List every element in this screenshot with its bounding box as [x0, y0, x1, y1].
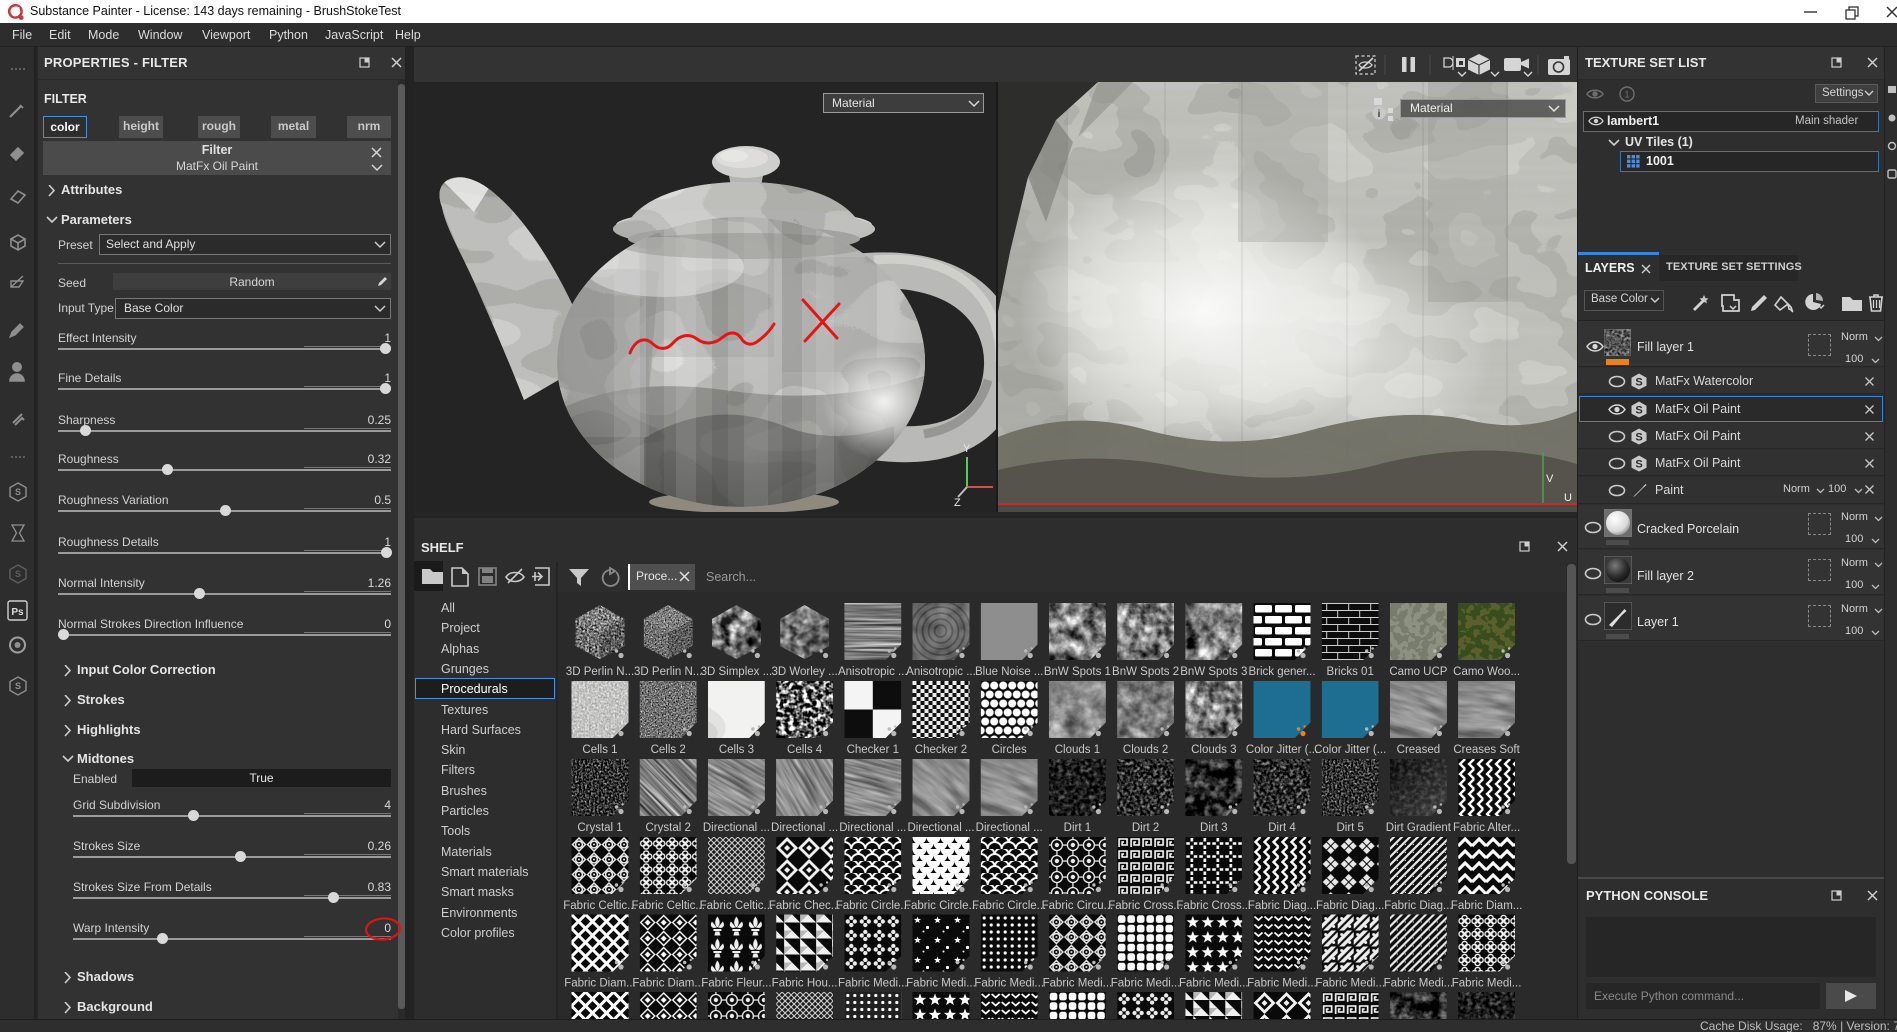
- svg-text:Fabric Fleur...: Fabric Fleur...: [701, 978, 771, 990]
- svg-text:Directional ...: Directional ...: [839, 822, 906, 834]
- svg-text:BnW Spots 2: BnW Spots 2: [1112, 666, 1179, 678]
- svg-text:Dirt 1: Dirt 1: [1064, 822, 1091, 834]
- svg-text:Color Jitter (...: Color Jitter (...: [1314, 744, 1386, 756]
- svg-text:Fabric Medi...: Fabric Medi...: [1247, 978, 1317, 990]
- svg-text:Color Jitter (...: Color Jitter (...: [1246, 744, 1318, 756]
- svg-text:Bricks 01: Bricks 01: [1327, 666, 1374, 678]
- svg-text:Fabric Diam...: Fabric Diam...: [1451, 900, 1523, 912]
- svg-text:Checker 1: Checker 1: [847, 744, 899, 756]
- svg-text:S: S: [1635, 405, 1642, 417]
- svg-text:Y: Y: [963, 443, 971, 455]
- svg-text:S: S: [15, 569, 21, 579]
- svg-text:Fabric Diag...: Fabric Diag...: [1316, 900, 1384, 912]
- svg-text:Fabric Medi...: Fabric Medi...: [1384, 978, 1454, 990]
- svg-text:Fabric Diag...: Fabric Diag...: [1384, 900, 1452, 912]
- svg-text:Fabric Medi...: Fabric Medi...: [838, 978, 908, 990]
- svg-text:Fabric Circle...: Fabric Circle...: [904, 900, 978, 912]
- svg-text:S: S: [1635, 377, 1642, 389]
- svg-text:Creased: Creased: [1397, 744, 1440, 756]
- svg-text:Clouds 3: Clouds 3: [1191, 744, 1236, 756]
- svg-text:3D Simplex ...: 3D Simplex ...: [701, 666, 773, 678]
- svg-text:Circles: Circles: [992, 744, 1027, 756]
- svg-text:Fabric Alter...: Fabric Alter...: [1453, 822, 1520, 834]
- svg-text:Fabric Diam...: Fabric Diam...: [632, 978, 704, 990]
- svg-text:1: 1: [1624, 90, 1629, 100]
- svg-text:Cells 2: Cells 2: [651, 744, 686, 756]
- svg-text:Checker 2: Checker 2: [915, 744, 967, 756]
- svg-text:Camo Woo...: Camo Woo...: [1453, 666, 1520, 678]
- svg-text:Dirt 4: Dirt 4: [1268, 822, 1296, 834]
- svg-text:Directional ...: Directional ...: [907, 822, 974, 834]
- svg-text:Camo UCP: Camo UCP: [1389, 666, 1447, 678]
- svg-text:S: S: [1635, 432, 1642, 444]
- svg-text:V: V: [1546, 473, 1554, 485]
- svg-text:Clouds 1: Clouds 1: [1055, 744, 1100, 756]
- svg-text:Anisotropic ...: Anisotropic ...: [906, 666, 976, 678]
- svg-text:Fabric Medi...: Fabric Medi...: [906, 978, 976, 990]
- svg-text:Crystal 1: Crystal 1: [577, 822, 622, 834]
- svg-text:Fabric Medi...: Fabric Medi...: [1043, 978, 1113, 990]
- svg-text:Anisotropic ...: Anisotropic ...: [838, 666, 908, 678]
- svg-text:Fabric Circle...: Fabric Circle...: [972, 900, 1046, 912]
- svg-text:U: U: [1564, 492, 1572, 504]
- svg-text:Fabric Cross...: Fabric Cross...: [1176, 900, 1251, 912]
- svg-text:Fabric Celtic...: Fabric Celtic...: [563, 900, 637, 912]
- svg-text:Fabric Chec...: Fabric Chec...: [769, 900, 841, 912]
- svg-text:Blue Noise ...: Blue Noise ...: [975, 666, 1043, 678]
- svg-text:Fabric Medi...: Fabric Medi...: [1452, 978, 1522, 990]
- svg-text:Fabric Hou...: Fabric Hou...: [772, 978, 838, 990]
- svg-text:Fabric Cross...: Fabric Cross...: [1108, 900, 1183, 912]
- svg-text:S: S: [1635, 459, 1642, 471]
- svg-text:Fabric Medi...: Fabric Medi...: [1315, 978, 1385, 990]
- svg-text:3D Perlin N...: 3D Perlin N...: [634, 666, 702, 678]
- svg-text:BnW Spots 3: BnW Spots 3: [1180, 666, 1247, 678]
- svg-text:Directional ...: Directional ...: [771, 822, 838, 834]
- svg-text:BnW Spots 1: BnW Spots 1: [1044, 666, 1111, 678]
- svg-text:Brick gener...: Brick gener...: [1248, 666, 1315, 678]
- svg-text:Fabric Diam...: Fabric Diam...: [564, 978, 636, 990]
- svg-text:Dirt Gradient: Dirt Gradient: [1386, 822, 1452, 834]
- svg-text:Crystal 2: Crystal 2: [646, 822, 691, 834]
- svg-text:Directional ...: Directional ...: [703, 822, 770, 834]
- svg-text:Z: Z: [954, 497, 961, 509]
- svg-text:Fabric Medi...: Fabric Medi...: [974, 978, 1044, 990]
- svg-text:Fabric Circu...: Fabric Circu...: [1042, 900, 1114, 912]
- svg-text:i: i: [1378, 109, 1381, 120]
- svg-text:Creases Soft: Creases Soft: [1453, 744, 1520, 756]
- svg-text:Cells 4: Cells 4: [787, 744, 823, 756]
- svg-text:S: S: [15, 487, 21, 497]
- svg-text:Dirt 5: Dirt 5: [1336, 822, 1363, 834]
- svg-text:Directional ...: Directional ...: [976, 822, 1043, 834]
- svg-text:Fabric Celtic...: Fabric Celtic...: [700, 900, 774, 912]
- svg-text:3D Worley ...: 3D Worley ...: [771, 666, 837, 678]
- svg-text:Fabric Medi...: Fabric Medi...: [1111, 978, 1181, 990]
- svg-text:Fabric Celtic...: Fabric Celtic...: [631, 900, 705, 912]
- svg-text:Ps: Ps: [11, 607, 24, 618]
- svg-text:Cells 3: Cells 3: [719, 744, 754, 756]
- svg-text:3D Perlin N...: 3D Perlin N...: [566, 666, 634, 678]
- svg-text:Fabric Diag...: Fabric Diag...: [1248, 900, 1316, 912]
- svg-text:Dirt 2: Dirt 2: [1132, 822, 1159, 834]
- svg-text:Cells 1: Cells 1: [582, 744, 617, 756]
- svg-text:S: S: [15, 681, 21, 691]
- svg-text:Fabric Medi...: Fabric Medi...: [1179, 978, 1249, 990]
- svg-text:Clouds 2: Clouds 2: [1123, 744, 1168, 756]
- svg-text:Fabric Circle...: Fabric Circle...: [836, 900, 910, 912]
- svg-text:Dirt 3: Dirt 3: [1200, 822, 1227, 834]
